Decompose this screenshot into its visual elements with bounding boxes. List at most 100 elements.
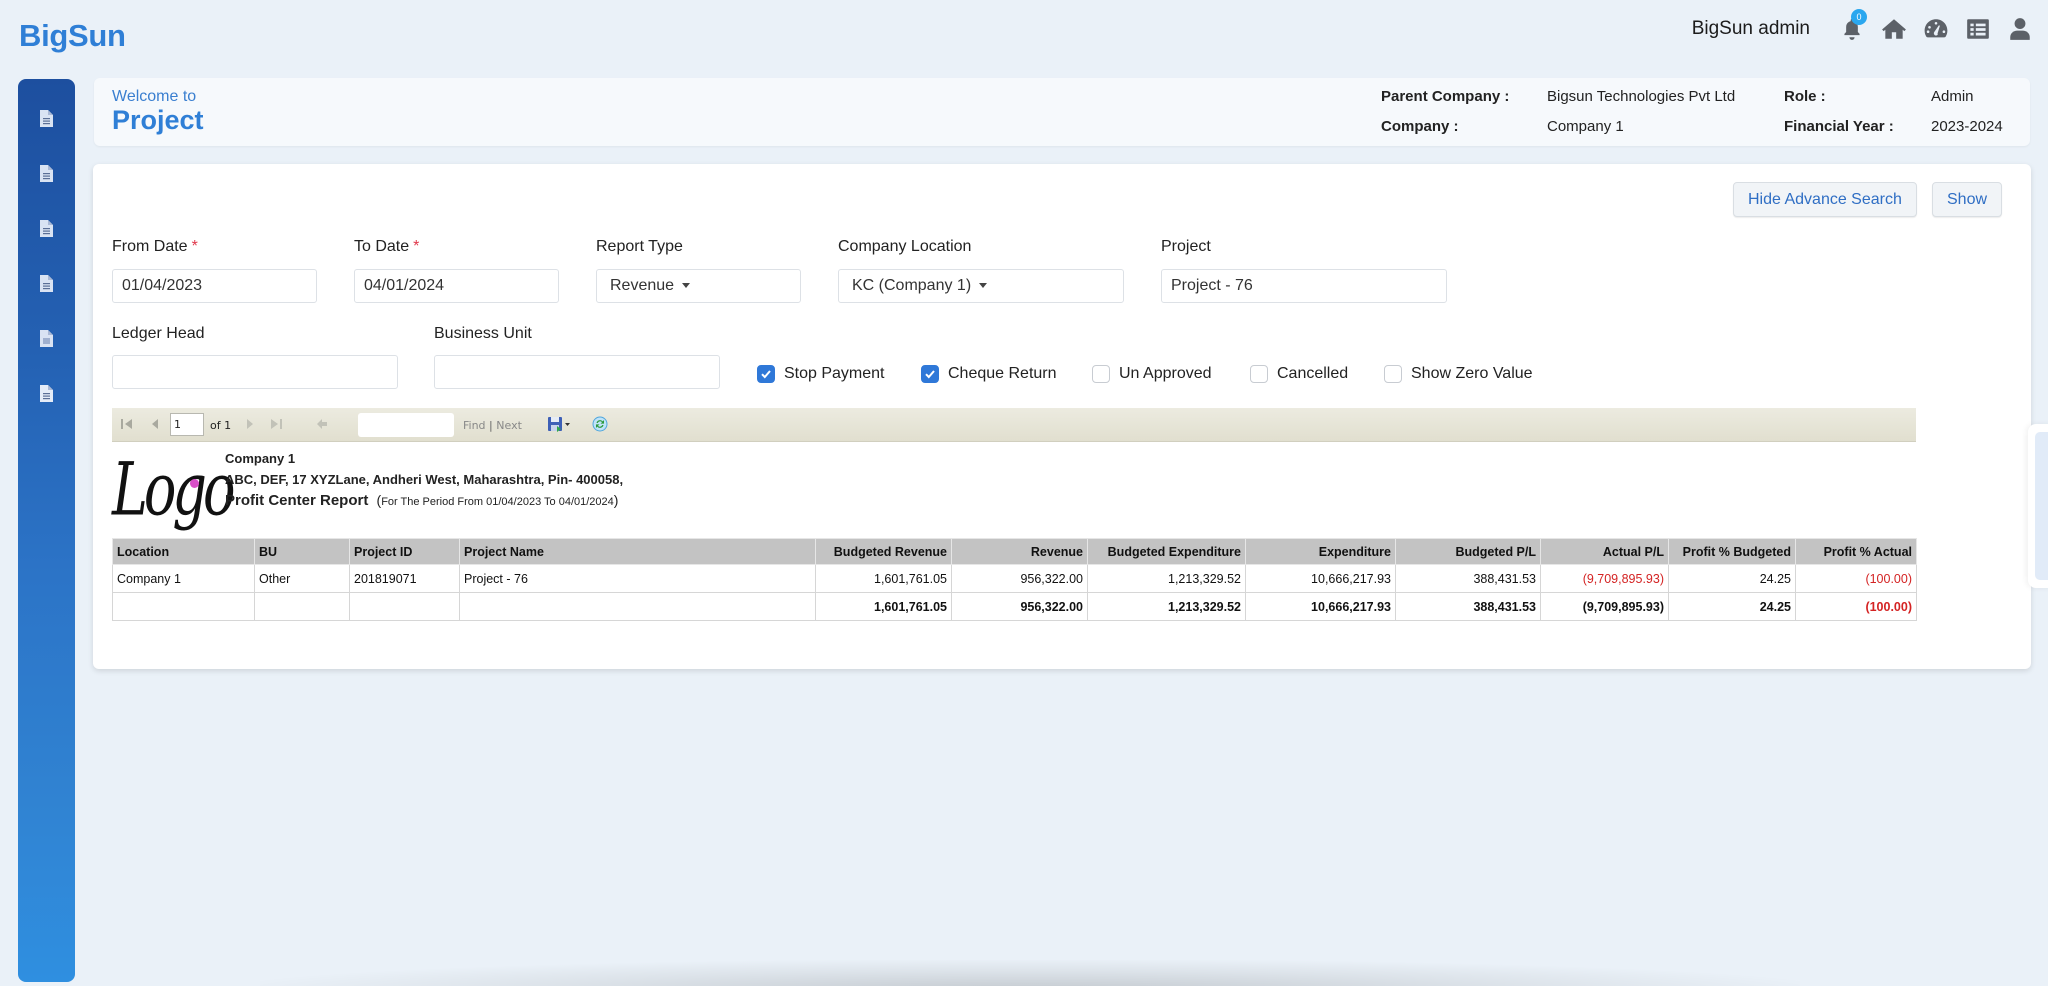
total-project-name	[459, 592, 816, 621]
role-label: Role :	[1784, 88, 1826, 105]
to-date-label-text: To Date	[354, 238, 410, 255]
report-type-select[interactable]: Revenue	[596, 269, 801, 303]
checkbox-unchecked[interactable]	[1092, 365, 1110, 383]
stop-payment-checkbox[interactable]: Stop Payment	[757, 365, 885, 383]
notifications-button[interactable]: 0	[1838, 9, 1867, 43]
first-page-icon	[121, 419, 132, 429]
sidebar-item-6[interactable]	[34, 380, 58, 406]
find-link[interactable]: Find	[463, 419, 486, 432]
checkbox-checked[interactable]	[921, 365, 939, 383]
report-card: Hide Advance Search Show From Date * 01/0…	[93, 164, 2031, 669]
report-title-line: Profit Center Report (For The Period Fro…	[225, 492, 618, 509]
next-page-button[interactable]	[245, 416, 255, 432]
parent-company-value: Bigsun Technologies Pvt Ltd	[1547, 88, 1736, 105]
sidebar-item-3[interactable]	[34, 215, 58, 241]
col-project-id[interactable]: Project ID	[349, 538, 460, 565]
report-period-text: For The Period From 01/04/2023 To 04/01/…	[381, 496, 614, 508]
next-page-icon	[247, 419, 253, 429]
user-profile-button[interactable]	[2006, 15, 2034, 43]
back-button[interactable]	[316, 416, 328, 432]
page-header: Welcome to Project Parent Company : Bigs…	[94, 78, 2030, 146]
user-icon	[2010, 18, 2030, 40]
from-date-input[interactable]: 01/04/2023	[112, 269, 317, 303]
caret-down-icon	[682, 283, 691, 289]
find-links: Find | Next	[463, 419, 522, 432]
cell-budgeted-revenue: 1,601,761.05	[815, 564, 952, 593]
required-marker: *	[413, 238, 420, 255]
business-unit-input[interactable]	[434, 355, 720, 389]
report-title: Profit Center Report	[225, 492, 369, 509]
top-nav: BigSun admin 0	[1692, 9, 2034, 44]
previous-page-icon	[152, 419, 158, 429]
to-date-input[interactable]: 04/01/2024	[354, 269, 559, 303]
col-profit-pct-actual[interactable]: Profit % Actual	[1795, 538, 1917, 565]
project-input[interactable]: Project - 76	[1161, 269, 1447, 303]
check-icon	[761, 370, 771, 379]
col-profit-pct-budgeted[interactable]: Profit % Budgeted	[1668, 538, 1796, 565]
col-budgeted-revenue[interactable]: Budgeted Revenue	[815, 538, 952, 565]
cheque-return-checkbox[interactable]: Cheque Return	[921, 365, 1057, 383]
refresh-button[interactable]	[592, 416, 608, 432]
hide-advance-search-button[interactable]: Hide Advance Search	[1733, 182, 1917, 217]
logo-dot	[190, 479, 199, 488]
col-expenditure[interactable]: Expenditure	[1245, 538, 1396, 565]
sidebar-item-4[interactable]	[34, 270, 58, 296]
col-bu[interactable]: BU	[254, 538, 350, 565]
total-budgeted-revenue: 1,601,761.05	[815, 592, 952, 621]
find-input[interactable]	[358, 413, 454, 437]
next-link[interactable]: Next	[496, 419, 522, 432]
col-revenue[interactable]: Revenue	[951, 538, 1088, 565]
previous-page-button[interactable]	[150, 416, 160, 432]
total-location	[112, 592, 255, 621]
un-approved-checkbox[interactable]: Un Approved	[1092, 365, 1212, 383]
sidebar	[18, 79, 75, 982]
table-total-row: 1,601,761.05 956,322.00 1,213,329.52 10,…	[112, 592, 1917, 621]
home-button[interactable]	[1880, 15, 1908, 43]
col-project-name[interactable]: Project Name	[459, 538, 816, 565]
refresh-icon	[592, 416, 608, 432]
last-page-button[interactable]	[269, 416, 283, 432]
project-label: Project	[1161, 238, 1211, 255]
brand-logo[interactable]: BigSun	[19, 18, 126, 54]
total-actual-pl: (9,709,895.93)	[1540, 592, 1669, 621]
col-budgeted-pl[interactable]: Budgeted P/L	[1395, 538, 1541, 565]
document-icon	[39, 109, 53, 127]
sidebar-item-2[interactable]	[34, 160, 58, 186]
company-location-value: KC (Company 1)	[852, 277, 972, 294]
cell-location: Company 1	[112, 564, 255, 593]
username[interactable]: BigSun admin	[1692, 18, 1810, 40]
col-actual-pl[interactable]: Actual P/L	[1540, 538, 1669, 565]
from-date-label-text: From Date	[112, 238, 188, 255]
sidebar-item-5[interactable]	[34, 325, 58, 351]
ledger-head-input[interactable]	[112, 355, 398, 389]
parent-company-label: Parent Company :	[1381, 88, 1510, 105]
checkbox-unchecked[interactable]	[1250, 365, 1268, 383]
list-button[interactable]	[1964, 15, 1992, 43]
home-icon	[1882, 19, 1906, 39]
notification-badge: 0	[1851, 9, 1867, 25]
welcome-text: Welcome to	[112, 88, 197, 105]
side-drawer-handle[interactable]	[2028, 424, 2048, 588]
first-page-button[interactable]	[120, 416, 134, 432]
document-icon	[39, 329, 53, 347]
sidebar-item-1[interactable]	[34, 105, 58, 131]
dashboard-button[interactable]	[1922, 15, 1950, 43]
company-location-select[interactable]: KC (Company 1)	[838, 269, 1124, 303]
from-date-label: From Date *	[112, 238, 198, 256]
cancelled-checkbox[interactable]: Cancelled	[1250, 365, 1348, 383]
show-button[interactable]: Show	[1932, 182, 2003, 217]
export-button[interactable]	[548, 416, 572, 432]
checkbox-checked[interactable]	[757, 365, 775, 383]
side-drawer-inner	[2035, 432, 2048, 580]
cell-project-name: Project - 76	[459, 564, 816, 593]
checkbox-unchecked[interactable]	[1384, 365, 1402, 383]
table-row: Company 1 Other 201819071 Project - 76 1…	[112, 564, 1917, 593]
total-project-id	[349, 592, 460, 621]
page-number-input[interactable]: 1	[170, 413, 204, 436]
show-zero-value-checkbox[interactable]: Show Zero Value	[1384, 365, 1533, 383]
report-address: ABC, DEF, 17 XYZLane, Andheri West, Maha…	[225, 472, 624, 487]
ledger-head-label: Ledger Head	[112, 325, 205, 342]
checkbox-label: Un Approved	[1119, 365, 1212, 382]
col-location[interactable]: Location	[112, 538, 255, 565]
col-budgeted-expenditure[interactable]: Budgeted Expenditure	[1087, 538, 1246, 565]
